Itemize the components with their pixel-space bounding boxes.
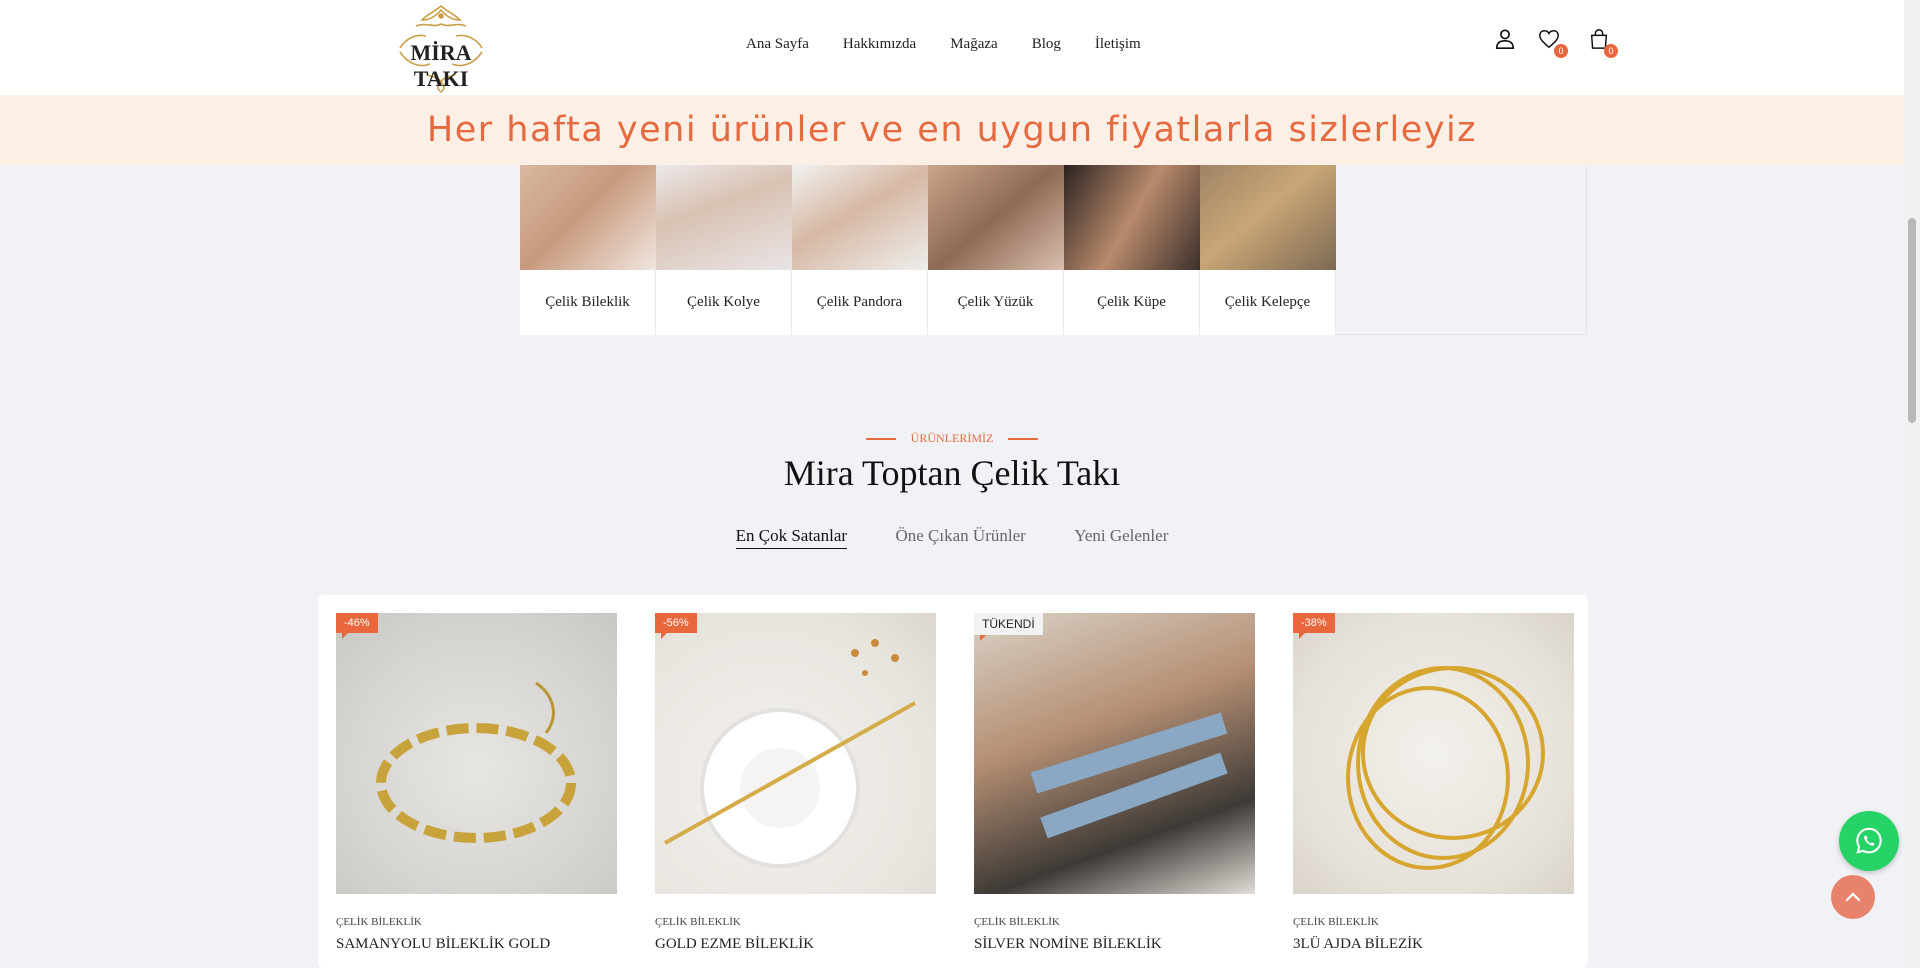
product-category[interactable]: ÇELİK BİLEKLİK xyxy=(974,916,1255,928)
bracelet-illustration xyxy=(376,681,576,843)
category-label: Çelik Yüzük xyxy=(957,294,1034,310)
category-card[interactable]: Çelik Pandora xyxy=(792,165,928,335)
category-strip: Çelik Bileklik Çelik Kolye Çelik Pandora… xyxy=(520,165,1336,335)
logo-text: MİRA TAKI xyxy=(410,40,472,91)
main-nav: Ana Sayfa Hakkımızda Mağaza Blog İletişi… xyxy=(746,36,1175,53)
scrollbar-thumb[interactable] xyxy=(1908,218,1916,423)
section-title: Mira Toptan Çelik Takı xyxy=(783,453,1121,493)
cart-count-badge: 0 xyxy=(1604,44,1618,58)
product-image[interactable]: TÜKENDİ xyxy=(974,613,1255,894)
tab-new-arrivals[interactable]: Yeni Gelenler xyxy=(1074,526,1168,548)
product-category[interactable]: ÇELİK BİLEKLİK xyxy=(336,916,617,928)
bracelet-illustration xyxy=(664,639,916,868)
back-to-top-button[interactable] xyxy=(1831,875,1875,919)
nav-about[interactable]: Hakkımızda xyxy=(843,36,916,53)
category-card[interactable]: Çelik Kolye xyxy=(656,165,792,335)
category-image xyxy=(520,165,656,270)
discount-badge: -56% xyxy=(655,613,697,639)
product-card[interactable]: -46% ÇELİK BİLEKLİK SAMANYOLU BİLEKLİK G… xyxy=(336,613,617,953)
whatsapp-icon xyxy=(1856,827,1882,854)
product-image[interactable]: -56% xyxy=(655,613,936,894)
site-logo[interactable]: MİRA TAKI xyxy=(386,2,496,94)
page-scrollbar[interactable] xyxy=(1904,0,1920,968)
promo-banner-text: Her hafta yeni ürünler ve en uygun fiyat… xyxy=(426,110,1478,150)
product-card[interactable]: -56% ÇELİK BİLEKLİK GOLD EZME BİLEKLİK xyxy=(655,613,936,953)
promo-banner: Her hafta yeni ürünler ve en uygun fiyat… xyxy=(0,95,1904,165)
category-image xyxy=(792,165,928,270)
category-card[interactable]: Çelik Bileklik xyxy=(520,165,656,335)
category-label: Çelik Kolye xyxy=(687,294,760,310)
category-image xyxy=(928,165,1064,270)
nav-shop[interactable]: Mağaza xyxy=(950,36,997,53)
product-card[interactable]: -38% ÇELİK BİLEKLİK 3LÜ AJDA BİLEZİK xyxy=(1293,613,1574,953)
tab-best-sellers[interactable]: En Çok Satanlar xyxy=(735,526,848,549)
chevron-up-icon xyxy=(1845,892,1861,902)
eyebrow-line-left xyxy=(866,437,897,440)
category-label: Çelik Pandora xyxy=(816,294,903,310)
whatsapp-button[interactable] xyxy=(1839,811,1899,871)
product-name[interactable]: GOLD EZME BİLEKLİK xyxy=(655,936,936,953)
category-card[interactable]: Çelik Yüzük xyxy=(928,165,1064,335)
wishlist-count-badge: 0 xyxy=(1554,44,1568,58)
category-label: Çelik Kelepçe xyxy=(1224,294,1311,310)
discount-badge: -38% xyxy=(1293,613,1335,639)
product-category[interactable]: ÇELİK BİLEKLİK xyxy=(655,916,936,928)
sold-out-badge: TÜKENDİ xyxy=(974,613,1043,641)
category-image xyxy=(1200,165,1336,270)
product-tabs: En Çok Satanlar Öne Çıkan Ürünler Yeni G… xyxy=(0,526,1904,549)
category-card[interactable]: Çelik Kelepçe xyxy=(1200,165,1336,335)
product-image[interactable]: -46% xyxy=(336,613,617,894)
category-image xyxy=(656,165,792,270)
eyebrow-line-right xyxy=(1007,437,1038,440)
site-header: MİRA TAKI Ana Sayfa Hakkımızda Mağaza Bl… xyxy=(0,0,1904,95)
account-button[interactable] xyxy=(1494,28,1518,52)
product-name[interactable]: SİLVER NOMİNE BİLEKLİK xyxy=(974,936,1255,953)
discount-badge: -46% xyxy=(336,613,378,639)
cart-button[interactable]: 0 xyxy=(1588,28,1618,58)
category-label: Çelik Bileklik xyxy=(545,294,630,310)
header-actions: 0 0 xyxy=(1494,28,1624,58)
tab-featured[interactable]: Öne Çıkan Ürünler xyxy=(895,526,1025,548)
bracelet-illustration xyxy=(1030,712,1228,839)
product-name[interactable]: SAMANYOLU BİLEKLİK GOLD xyxy=(336,936,617,953)
category-image xyxy=(1064,165,1200,270)
section-eyebrow: ÜRÜNLERİMİZ xyxy=(0,430,1904,448)
product-category[interactable]: ÇELİK BİLEKLİK xyxy=(1293,916,1574,928)
eyebrow-text: ÜRÜNLERİMİZ xyxy=(910,431,994,446)
nav-contact[interactable]: İletişim xyxy=(1095,36,1141,53)
bracelet-illustration xyxy=(1346,666,1545,870)
wishlist-button[interactable]: 0 xyxy=(1538,28,1568,58)
nav-home[interactable]: Ana Sayfa xyxy=(746,36,809,53)
product-grid: -46% ÇELİK BİLEKLİK SAMANYOLU BİLEKLİK G… xyxy=(318,595,1588,968)
category-label: Çelik Küpe xyxy=(1097,294,1166,310)
product-name[interactable]: 3LÜ AJDA BİLEZİK xyxy=(1293,936,1574,953)
nav-blog[interactable]: Blog xyxy=(1032,36,1061,53)
product-image[interactable]: -38% xyxy=(1293,613,1574,894)
product-card[interactable]: TÜKENDİ ÇELİK BİLEKLİK SİLVER NOMİNE BİL… xyxy=(974,613,1255,953)
category-card[interactable]: Çelik Küpe xyxy=(1064,165,1200,335)
user-icon xyxy=(1495,29,1515,49)
